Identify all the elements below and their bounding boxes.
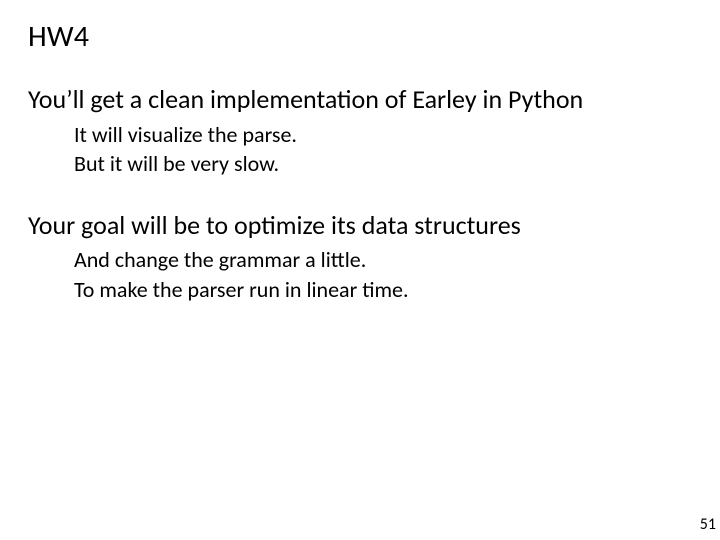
section-1-sub-1: It will visualize the parse.	[74, 120, 692, 150]
section-2: Your goal will be to optimize its data s…	[28, 209, 692, 305]
slide: HW4 You’ll get a clean implementation of…	[0, 0, 720, 540]
section-2-sub-1: And change the grammar a little.	[74, 245, 692, 275]
page-number: 51	[700, 515, 716, 534]
section-1-sub-2: But it will be very slow.	[74, 149, 692, 179]
section-1-main: You’ll get a clean implementation of Ear…	[28, 83, 692, 116]
section-2-main: Your goal will be to optimize its data s…	[28, 209, 692, 242]
section-1: You’ll get a clean implementation of Ear…	[28, 83, 692, 179]
section-2-sub-2: To make the parser run in linear time.	[74, 275, 692, 305]
slide-title: HW4	[28, 18, 692, 55]
